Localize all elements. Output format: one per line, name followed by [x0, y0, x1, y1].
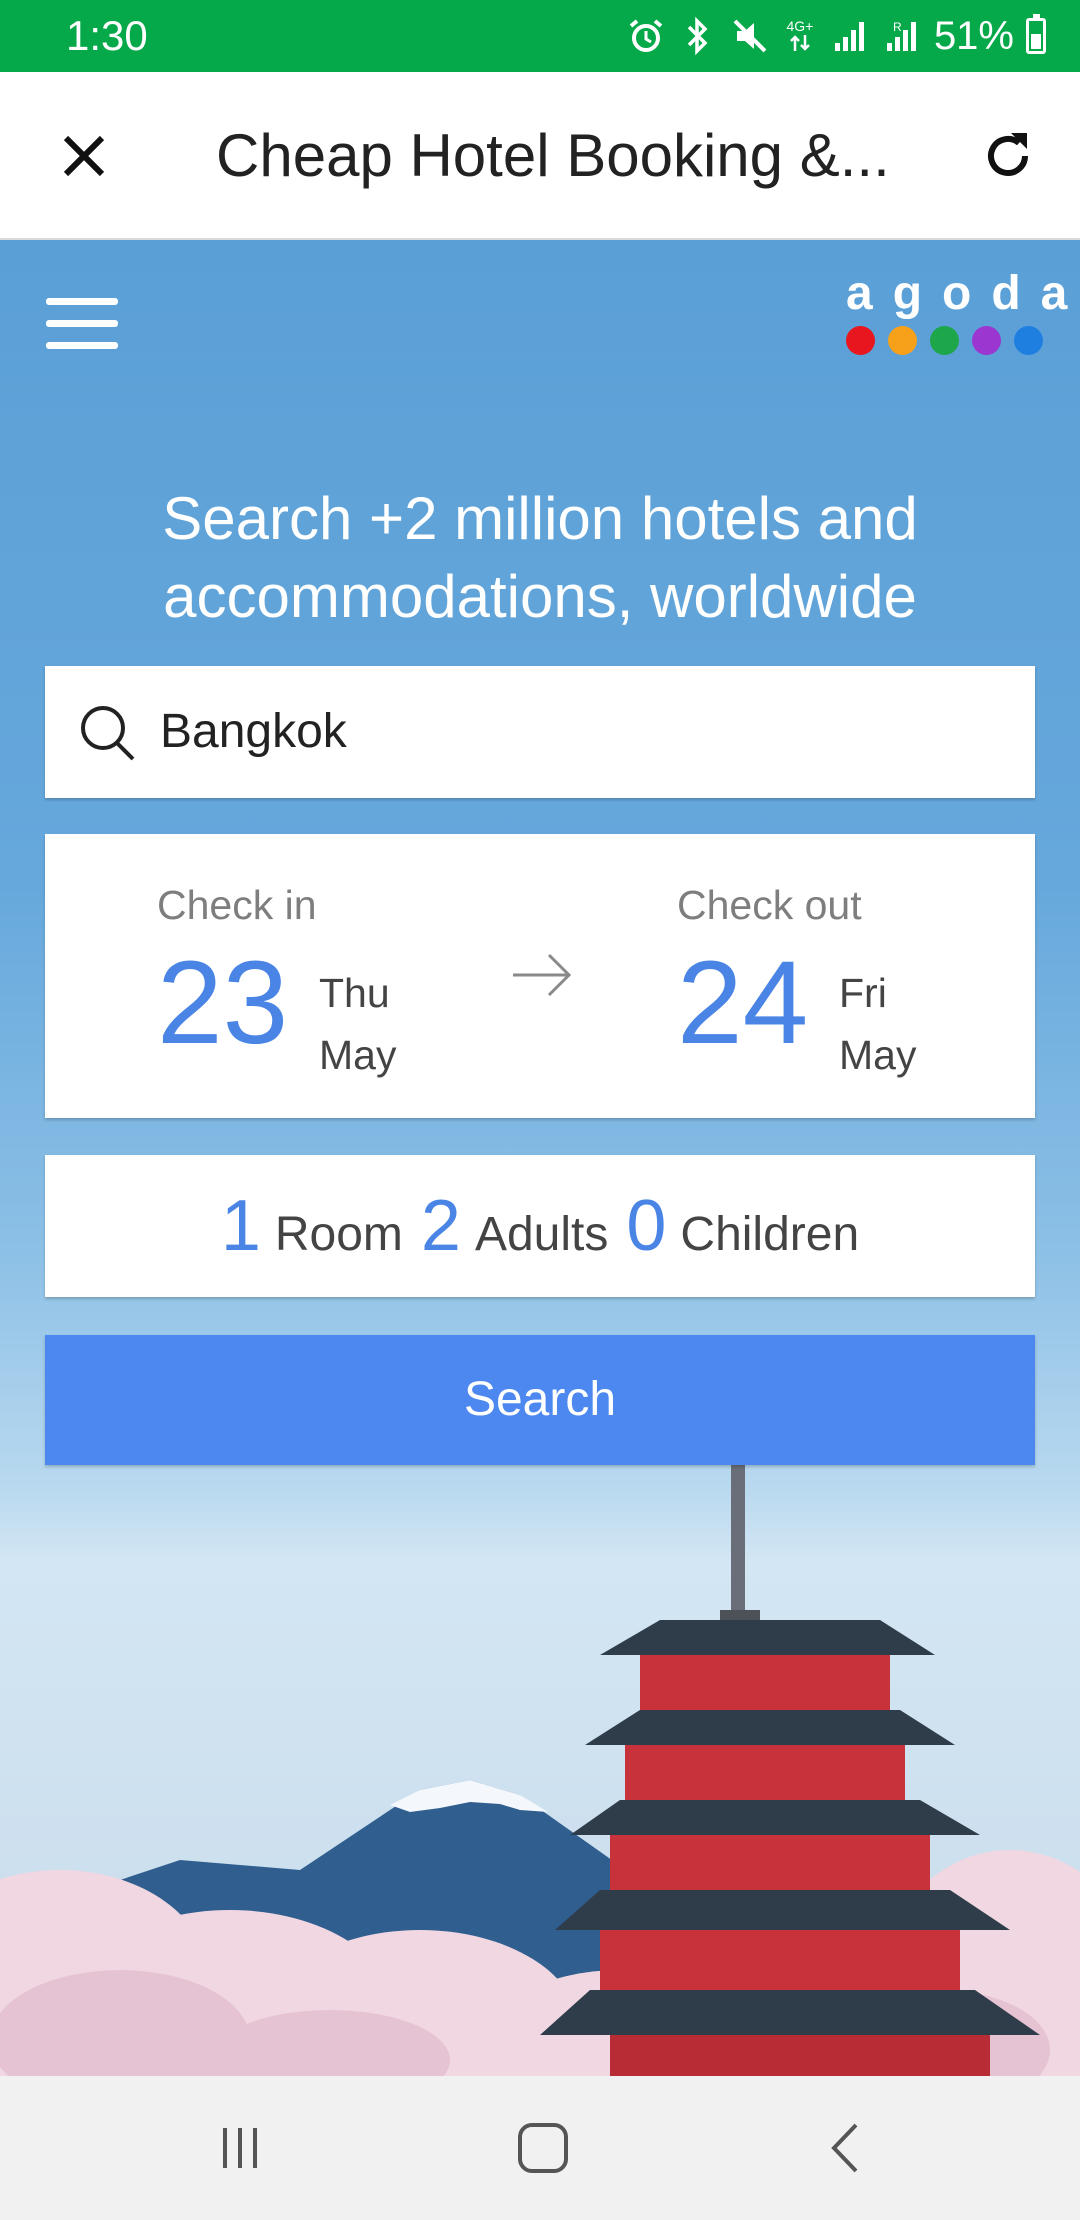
children-label: Children [680, 1208, 860, 1261]
headline-line-1: Search +2 million hotels and [162, 485, 918, 552]
rooms-count: 1 [220, 1186, 261, 1266]
check-out-day: 24 [677, 937, 809, 1069]
arrow-right-icon [513, 953, 572, 997]
network-type: 4G+ [786, 18, 814, 34]
svg-text:R: R [893, 20, 902, 34]
battery-percent: 51% [933, 13, 1014, 58]
hero-background-image [0, 1460, 1080, 2076]
check-out[interactable]: Check out 24 Fri May [677, 882, 916, 1078]
search-icon [81, 706, 135, 761]
destination-search-field[interactable] [45, 666, 1035, 798]
agoda-logo[interactable]: agoda [840, 266, 1067, 366]
check-in-day: 23 [157, 937, 289, 1069]
battery-level [1031, 33, 1041, 49]
check-out-month: May [839, 1032, 917, 1078]
recent-apps-icon [223, 2128, 257, 2168]
check-in-date-text: Thu May [319, 962, 396, 1086]
check-in-weekday: Thu [319, 970, 390, 1016]
menu-button[interactable] [46, 294, 120, 354]
check-in-month: May [319, 1032, 397, 1078]
logo-dot-2 [888, 326, 917, 355]
logo-dots [846, 326, 1043, 355]
adults-label: Adults [474, 1208, 609, 1261]
reload-icon [988, 133, 1028, 176]
children-count: 0 [626, 1186, 667, 1266]
check-in-label: Check in [157, 882, 317, 928]
check-out-date-text: Fri May [839, 962, 916, 1086]
logo-dot-5 [1014, 326, 1043, 355]
check-out-label: Check out [677, 882, 862, 928]
logo-dot-3 [930, 326, 959, 355]
recent-apps-button[interactable] [200, 2116, 280, 2180]
logo-dot-4 [972, 326, 1001, 355]
alarm-icon [626, 16, 666, 56]
logo-dot-1 [846, 326, 875, 355]
status-bar: 1:30 4G+ R 51% [0, 0, 1080, 72]
headline-line-2: accommodations, worldwide [163, 563, 917, 630]
destination-input[interactable] [160, 666, 1000, 798]
navigation-bar [0, 2076, 1080, 2220]
check-in[interactable]: Check in 23 Thu May [157, 882, 396, 1078]
logo-text: agoda [846, 267, 1080, 320]
page-title: Cheap Hotel Booking &... [216, 122, 890, 189]
signal-icon [830, 16, 870, 56]
close-button[interactable] [50, 122, 118, 190]
bluetooth-icon [678, 16, 718, 56]
back-icon [831, 2123, 858, 2173]
mute-icon [730, 16, 770, 56]
close-icon [63, 135, 105, 177]
occupancy-selector[interactable]: 1 Room 2 Adults 0 Children [45, 1155, 1035, 1297]
status-icons: 4G+ R 51% [626, 14, 1046, 59]
back-button[interactable] [806, 2116, 886, 2180]
signal-roaming-icon: R [882, 16, 922, 56]
battery-icon [1026, 14, 1046, 54]
headline: Search +2 million hotels and accommodati… [0, 480, 1080, 636]
rooms-label: Room [274, 1208, 403, 1261]
menu-icon [46, 298, 118, 305]
search-button[interactable]: Search [45, 1335, 1035, 1465]
adults-count: 2 [420, 1186, 461, 1266]
reload-button[interactable] [976, 124, 1040, 188]
hero-section: agoda Search +2 million hotels and accom… [0, 240, 1080, 2076]
home-icon [518, 2123, 568, 2173]
title-bar: Cheap Hotel Booking &... [0, 72, 1080, 240]
status-time: 1:30 [66, 12, 148, 59]
dates-card[interactable]: Check in 23 Thu May Check out 24 Fri May [45, 834, 1035, 1118]
network-icon: 4G+ [782, 16, 818, 56]
check-out-weekday: Fri [839, 970, 887, 1016]
home-button[interactable] [503, 2116, 583, 2180]
